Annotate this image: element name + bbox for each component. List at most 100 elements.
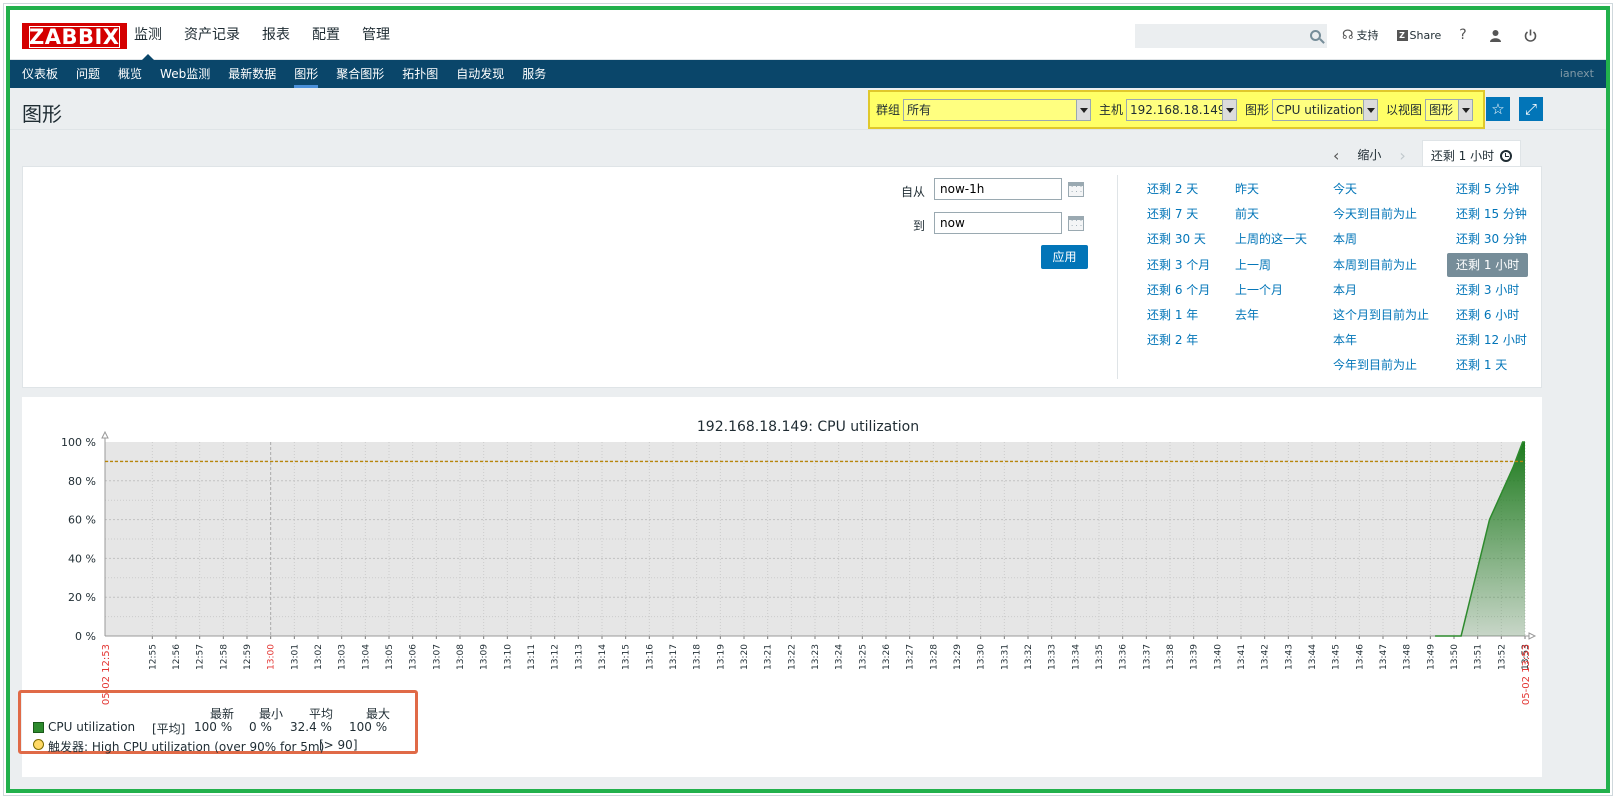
- x-tick-label: 13:10: [503, 644, 513, 670]
- x-tick-label: 13:16: [645, 644, 655, 670]
- submenu-services[interactable]: 服务: [513, 60, 555, 88]
- quick-range-link[interactable]: 本周到目前为止: [1333, 257, 1429, 282]
- y-tick-label: 20 %: [68, 591, 96, 604]
- legend-series-name: CPU utilization: [48, 720, 136, 734]
- legend-value-last: 100 %: [194, 720, 233, 734]
- y-tick-label: 0 %: [75, 630, 96, 643]
- host-select-value: 192.168.18.149: [1130, 102, 1226, 117]
- calendar-icon[interactable]: [1068, 216, 1084, 231]
- quick-range-link[interactable]: 上一周: [1235, 257, 1307, 282]
- favorite-button[interactable]: ☆: [1486, 97, 1510, 121]
- y-tick-label: 60 %: [68, 514, 96, 527]
- quick-range-link[interactable]: 本周: [1333, 231, 1429, 256]
- quick-range-col-2: 昨天 前天 上周的这一天 上一周 上一个月 去年: [1235, 181, 1307, 332]
- graph-legend: 最新 最小 平均 最大 CPU utilization [平均] 100 % 0…: [18, 690, 418, 754]
- x-tick-label: 13:48: [1403, 644, 1413, 670]
- quick-range-link[interactable]: 前天: [1235, 206, 1307, 231]
- profile-link[interactable]: [1489, 29, 1502, 42]
- help-link[interactable]: ?: [1459, 27, 1466, 43]
- host-select[interactable]: 192.168.18.149: [1126, 98, 1238, 121]
- quick-range-link[interactable]: 还剩 7 天: [1147, 206, 1210, 231]
- trigger-color-swatch: [33, 739, 44, 750]
- quick-range-link[interactable]: 今年到目前为止: [1333, 357, 1429, 382]
- prev-period-icon[interactable]: ‹: [1325, 146, 1347, 165]
- menu-monitoring[interactable]: 监测: [123, 10, 173, 60]
- quick-range-link[interactable]: 还剩 1 天: [1456, 357, 1528, 382]
- quick-range-link[interactable]: 本月: [1333, 282, 1429, 307]
- menu-reports[interactable]: 报表: [251, 10, 301, 60]
- quick-range-link[interactable]: 还剩 2 天: [1147, 181, 1210, 206]
- zabbix-logo[interactable]: ZABBIX: [22, 23, 127, 49]
- menu-inventory[interactable]: 资产记录: [173, 10, 251, 60]
- legend-series-type: [平均]: [152, 722, 186, 736]
- from-input[interactable]: [934, 178, 1062, 200]
- clock-icon: [1500, 149, 1513, 162]
- apply-button[interactable]: 应用: [1041, 245, 1088, 269]
- quick-range-link[interactable]: 昨天: [1235, 181, 1307, 206]
- y-axis-arrow: [101, 430, 109, 439]
- sub-menu: 仪表板 问题 概览 Web监测 最新数据 图形 聚合图形 拓扑图 自动发现 服务…: [10, 60, 1606, 88]
- x-tick-label: 13:42: [1261, 644, 1271, 670]
- chevron-down-icon: [1458, 99, 1473, 120]
- x-tick-label: 13:21: [764, 644, 774, 670]
- view-select[interactable]: 图形: [1425, 98, 1474, 121]
- share-link[interactable]: Z Share: [1396, 29, 1441, 42]
- x-tick-label: 13:01: [290, 644, 300, 670]
- x-tick-label: 13:12: [551, 644, 561, 670]
- x-tick-label: 13:41: [1237, 644, 1247, 670]
- legend-trigger-name: 触发器: High CPU utilization (over 90% for …: [48, 740, 325, 754]
- support-label: 支持: [1356, 29, 1379, 42]
- quick-range-link[interactable]: 还剩 30 天: [1147, 231, 1210, 256]
- submenu-graphs[interactable]: 图形: [285, 60, 327, 88]
- quick-range-link[interactable]: 本年: [1333, 332, 1429, 357]
- logo-text: ZABBIX: [28, 25, 120, 49]
- submenu-discovery[interactable]: 自动发现: [447, 60, 513, 88]
- panel-divider: [1117, 175, 1118, 379]
- quick-range-link[interactable]: 这个月到目前为止: [1333, 307, 1429, 332]
- x-tick-label: 13:15: [622, 644, 632, 670]
- main-menu: 监测 资产记录 报表 配置 管理: [123, 10, 401, 60]
- menu-administration[interactable]: 管理: [351, 10, 401, 60]
- quick-range-link[interactable]: 还剩 15 分钟: [1456, 206, 1528, 231]
- quick-range-link[interactable]: 还剩 6 小时: [1456, 307, 1528, 332]
- group-select-value: 所有: [907, 102, 932, 117]
- submenu-overview[interactable]: 概览: [109, 60, 151, 88]
- search-input[interactable]: [1136, 25, 1304, 47]
- submenu-screens[interactable]: 聚合图形: [327, 60, 393, 88]
- quick-range-link[interactable]: 还剩 12 小时: [1456, 332, 1528, 357]
- menu-configuration[interactable]: 配置: [301, 10, 351, 60]
- group-select[interactable]: 所有: [903, 98, 1092, 121]
- legend-value-max: 100 %: [349, 720, 388, 734]
- support-link[interactable]: ☊ 支持: [1342, 27, 1379, 43]
- quick-range-link-selected[interactable]: 还剩 1 小时: [1447, 252, 1529, 277]
- search-icon[interactable]: [1310, 30, 1321, 41]
- x-tick-label: 13:46: [1355, 644, 1365, 670]
- quick-range-link[interactable]: 上周的这一天: [1235, 231, 1307, 256]
- x-tick-label: 13:50: [1450, 644, 1460, 670]
- submenu-maps[interactable]: 拓扑图: [393, 60, 447, 88]
- quick-range-link[interactable]: 今天: [1333, 181, 1429, 206]
- submenu-dashboard[interactable]: 仪表板: [13, 60, 67, 88]
- quick-range-link[interactable]: 还剩 3 小时: [1456, 282, 1528, 307]
- quick-range-link[interactable]: 还剩 5 分钟: [1456, 181, 1528, 206]
- quick-range-link[interactable]: 还剩 6 个月: [1147, 282, 1210, 307]
- quick-range-link[interactable]: 还剩 1 年: [1147, 307, 1210, 332]
- quick-range-link[interactable]: 上一个月: [1235, 282, 1307, 307]
- fullscreen-button[interactable]: ⤢: [1519, 97, 1543, 121]
- x-tick-label: 13:25: [858, 644, 868, 670]
- submenu-latest-data[interactable]: 最新数据: [219, 60, 285, 88]
- to-input[interactable]: [934, 212, 1062, 234]
- quick-range-link[interactable]: 还剩 2 年: [1147, 332, 1210, 357]
- quick-range-link[interactable]: 去年: [1235, 307, 1307, 332]
- graph-select[interactable]: CPU utilization: [1272, 98, 1379, 121]
- submenu-web[interactable]: Web监测: [151, 60, 219, 88]
- zabbix-share-icon: Z: [1396, 29, 1408, 41]
- x-tick-label: 13:44: [1308, 644, 1318, 670]
- calendar-icon[interactable]: [1068, 182, 1084, 197]
- x-tick-label: 13:26: [882, 644, 892, 670]
- search-box: [1135, 24, 1327, 48]
- submenu-problems[interactable]: 问题: [67, 60, 109, 88]
- quick-range-link[interactable]: 还剩 3 个月: [1147, 257, 1210, 282]
- signout-link[interactable]: [1524, 29, 1537, 42]
- quick-range-link[interactable]: 今天到目前为止: [1333, 206, 1429, 231]
